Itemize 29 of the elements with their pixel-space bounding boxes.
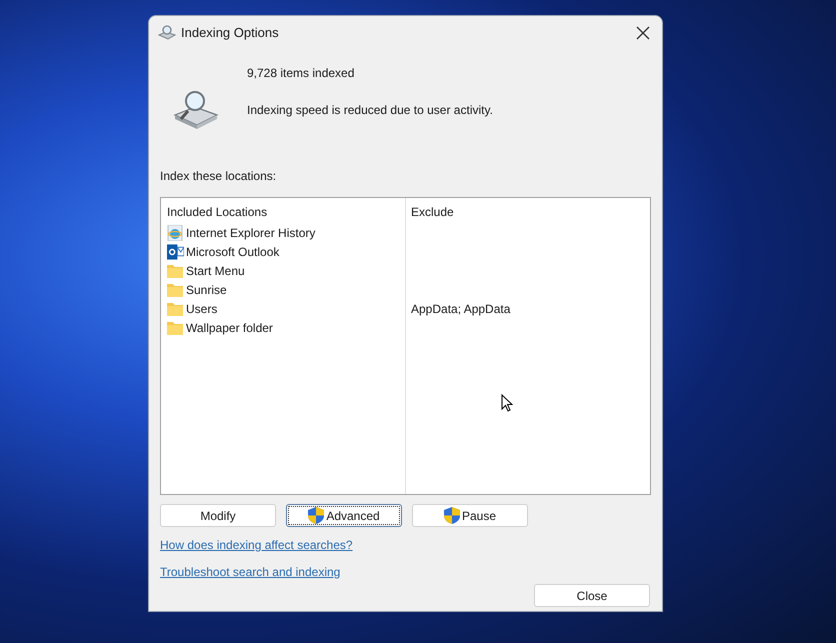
locations-label: Index these locations: xyxy=(160,168,278,185)
folder-icon xyxy=(167,264,183,278)
location-name[interactable]: Microsoft Outlook xyxy=(186,242,280,260)
window-title: Indexing Options xyxy=(181,24,279,42)
location-name[interactable]: Start Menu xyxy=(186,262,245,280)
close-icon[interactable] xyxy=(636,25,652,41)
mouse-pointer-icon xyxy=(501,394,513,412)
troubleshoot-link[interactable]: Troubleshoot search and indexing xyxy=(160,563,340,581)
globe-icon xyxy=(167,224,183,240)
location-name[interactable]: Users xyxy=(186,300,218,318)
action-button[interactable]: Advanced xyxy=(286,504,402,527)
action-button[interactable]: Pause xyxy=(412,504,528,527)
folder-icon xyxy=(167,282,183,296)
items-indexed-count: 9,728 items indexed xyxy=(247,65,356,82)
folder-icon xyxy=(167,320,183,334)
location-name[interactable]: Internet Explorer History xyxy=(186,224,316,242)
location-name[interactable]: Sunrise xyxy=(186,280,227,298)
location-name[interactable]: Wallpaper folder xyxy=(186,318,273,336)
close-button[interactable]: Close xyxy=(534,584,650,607)
magnifier-drive-icon xyxy=(158,25,176,41)
mail-app-icon xyxy=(167,244,184,260)
column-header: Exclude xyxy=(411,204,455,221)
indexing-status-message: Indexing speed is reduced due to user activity. xyxy=(247,102,493,119)
column-header: Included Locations xyxy=(167,204,268,221)
exclude-value: AppData; AppData xyxy=(411,300,510,318)
folder-icon xyxy=(167,302,183,316)
help-link[interactable]: How does indexing affect searches? xyxy=(160,536,353,554)
action-button[interactable]: Modify xyxy=(160,504,276,527)
magnifier-drive-icon xyxy=(173,89,219,129)
